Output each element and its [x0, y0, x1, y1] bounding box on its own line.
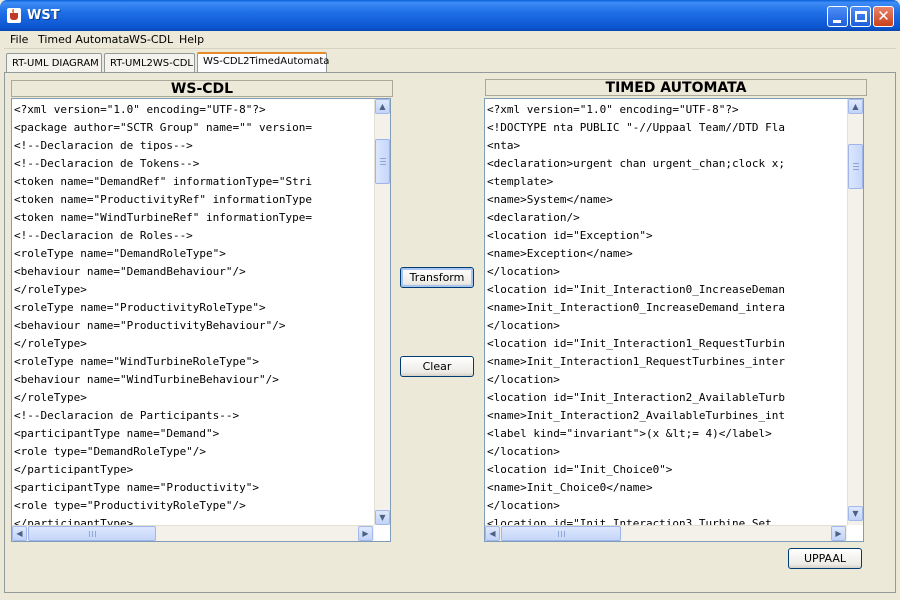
- code-line: <declaration/>: [487, 211, 580, 224]
- code-line: </roleType>: [14, 283, 87, 296]
- code-line: <roleType name="WindTurbineRoleType">: [14, 355, 260, 368]
- code-line: <name>System</name>: [487, 193, 613, 206]
- code-line: </roleType>: [14, 337, 87, 350]
- code-line: </location>: [487, 499, 560, 512]
- code-line: <location id="Exception">: [487, 229, 653, 242]
- ws-cdl-code: <?xml version="1.0" encoding="UTF-8"?> <p…: [14, 101, 312, 533]
- title-bar[interactable]: WST ✕: [0, 0, 900, 31]
- timed-automata-horizontal-scrollbar[interactable]: ◀ ▶: [485, 525, 847, 541]
- code-line: <template>: [487, 175, 554, 188]
- code-line: <?xml version="1.0" encoding="UTF-8"?>: [14, 103, 266, 116]
- minimize-icon: [833, 20, 841, 23]
- code-line: <name>Exception</name>: [487, 247, 633, 260]
- code-line: <behaviour name="WindTurbineBehaviour"/>: [14, 373, 279, 386]
- ws-cdl-header: WS-CDL: [11, 80, 393, 97]
- timed-automata-textarea[interactable]: <?xml version="1.0" encoding="UTF-8"?> <!…: [484, 98, 864, 542]
- code-line: <name>Init_Choice0</name>: [487, 481, 653, 494]
- code-line: <!--Declaracion de Roles-->: [14, 229, 193, 242]
- scroll-thumb[interactable]: [28, 526, 156, 541]
- scroll-up-icon[interactable]: ▲: [848, 99, 863, 114]
- scroll-down-icon[interactable]: ▼: [848, 506, 863, 521]
- minimize-button[interactable]: [827, 6, 848, 27]
- code-line: <location id="Init_Interaction2_Availabl…: [487, 391, 786, 404]
- scroll-thumb[interactable]: [501, 526, 621, 541]
- tab-ws-cdl2timedautomata[interactable]: WS-CDL2TimedAutomata: [197, 52, 329, 72]
- code-line: <token name="WindTurbineRef" information…: [14, 211, 313, 224]
- ws-cdl-textarea[interactable]: <?xml version="1.0" encoding="UTF-8"?> <p…: [11, 98, 391, 542]
- code-line: <!--Declaracion de tipos-->: [14, 139, 193, 152]
- scroll-left-icon[interactable]: ◀: [485, 526, 500, 541]
- scroll-thumb[interactable]: [375, 139, 390, 184]
- close-icon: ✕: [877, 7, 890, 25]
- code-line: </location>: [487, 265, 560, 278]
- window-title: WST: [27, 8, 60, 23]
- code-line: <location id="Init_Interaction0_Increase…: [487, 283, 786, 296]
- code-line: <declaration>urgent chan urgent_chan;clo…: [487, 157, 786, 170]
- scroll-right-icon[interactable]: ▶: [831, 526, 846, 541]
- tab-rt-uml-diagram[interactable]: RT-UML DIAGRAM: [6, 53, 102, 72]
- code-line: <behaviour name="ProductivityBehaviour"/…: [14, 319, 286, 332]
- code-line: </participantType>: [14, 463, 134, 476]
- scroll-down-icon[interactable]: ▼: [375, 510, 390, 525]
- code-line: <location id="Init_Choice0">: [487, 463, 673, 476]
- code-line: </location>: [487, 373, 560, 386]
- ws-cdl-vertical-scrollbar[interactable]: ▲ ▼: [374, 99, 390, 525]
- close-button[interactable]: ✕: [873, 6, 894, 27]
- code-line: <name>Init_Interaction0_IncreaseDemand_i…: [487, 301, 786, 314]
- menu-help[interactable]: Help: [179, 33, 204, 46]
- code-line: <roleType name="DemandRoleType">: [14, 247, 226, 260]
- code-line: <participantType name="Productivity">: [14, 481, 260, 494]
- scroll-right-icon[interactable]: ▶: [358, 526, 373, 541]
- code-line: </location>: [487, 445, 560, 458]
- code-line: <!DOCTYPE nta PUBLIC "-//Uppaal Team//DT…: [487, 121, 786, 134]
- code-line: </location>: [487, 319, 560, 332]
- code-line: <name>Init_Interaction2_AvailableTurbine…: [487, 409, 786, 422]
- scroll-up-icon[interactable]: ▲: [375, 99, 390, 114]
- maximize-button[interactable]: [850, 6, 871, 27]
- menu-ws-cdl[interactable]: WS-CDL: [129, 33, 173, 46]
- code-line: <participantType name="Demand">: [14, 427, 220, 440]
- code-line: <nta>: [487, 139, 521, 152]
- maximize-icon: [855, 11, 867, 22]
- java-icon: [7, 8, 21, 23]
- code-line: </roleType>: [14, 391, 87, 404]
- code-line: <label kind="invariant">(x &lt;= 4)</lab…: [487, 427, 772, 440]
- ws-cdl-horizontal-scrollbar[interactable]: ◀ ▶: [12, 525, 374, 541]
- timed-automata-vertical-scrollbar[interactable]: ▲ ▼: [847, 99, 863, 525]
- code-line: <?xml version="1.0" encoding="UTF-8"?>: [487, 103, 739, 116]
- timed-automata-code: <?xml version="1.0" encoding="UTF-8"?> <!…: [487, 101, 785, 533]
- code-line: <token name="DemandRef" informationType=…: [14, 175, 313, 188]
- scroll-thumb[interactable]: [848, 144, 863, 189]
- code-line: <token name="ProductivityRef" informatio…: [14, 193, 313, 206]
- clear-button[interactable]: Clear: [400, 356, 474, 377]
- timed-automata-header: TIMED AUTOMATA: [485, 79, 867, 96]
- menu-timed-automata[interactable]: Timed Automata: [38, 33, 129, 46]
- code-line: <role type="DemandRoleType"/>: [14, 445, 207, 458]
- menu-bar: File Timed Automata WS-CDL Help: [4, 31, 896, 49]
- scroll-left-icon[interactable]: ◀: [12, 526, 27, 541]
- tab-rt-uml2ws-cdl[interactable]: RT-UML2WS-CDL: [104, 53, 195, 72]
- code-line: <role type="ProductivityRoleType"/>: [14, 499, 246, 512]
- code-line: <location id="Init_Interaction1_RequestT…: [487, 337, 786, 350]
- transform-button[interactable]: Transform: [400, 267, 474, 288]
- code-line: <behaviour name="DemandBehaviour"/>: [14, 265, 246, 278]
- code-line: <roleType name="ProductivityRoleType">: [14, 301, 266, 314]
- uppaal-button[interactable]: UPPAAL: [788, 548, 862, 569]
- code-line: <!--Declaracion de Tokens-->: [14, 157, 200, 170]
- code-line: <name>Init_Interaction1_RequestTurbines_…: [487, 355, 786, 368]
- code-line: <package author="SCTR Group" name="" ver…: [14, 121, 313, 134]
- code-line: <!--Declaracion de Participants-->: [14, 409, 240, 422]
- menu-file[interactable]: File: [10, 33, 28, 46]
